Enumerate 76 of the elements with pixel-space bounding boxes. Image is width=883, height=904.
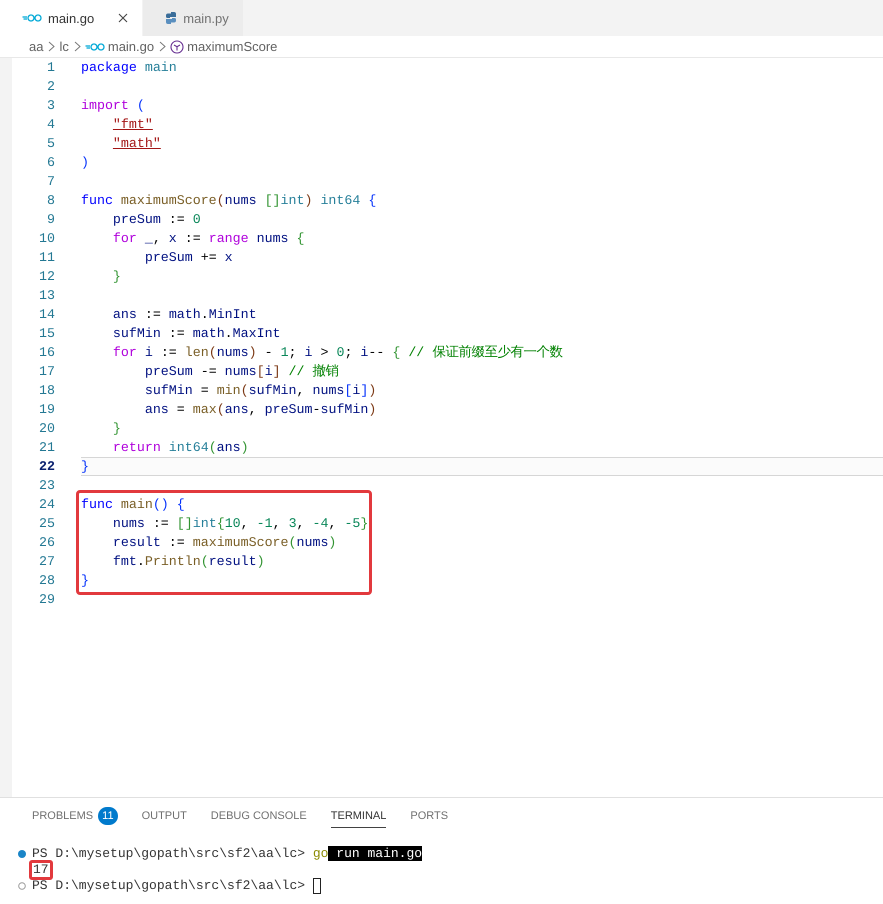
code-line: preSum := 0 (112, 211, 202, 229)
status-ring-icon (18, 882, 26, 890)
code-line: "math" (112, 135, 162, 153)
code-line: import ( (81, 97, 146, 115)
panel-tab[interactable]: DEBUG CONSOLE (210, 804, 307, 828)
code-line: } (81, 572, 90, 590)
line-number: 18 (38, 382, 56, 400)
line-number: 26 (38, 534, 56, 552)
panel-tab[interactable]: OUTPUT (142, 804, 187, 828)
code-line: for i := len(nums) - 1; i > 0; i-- { // 保证前缀至少有一个数 (112, 344, 564, 362)
code-line: sufMin = min(sufMin, nums[i]) (144, 382, 378, 400)
code-line: "fmt" (112, 116, 154, 134)
chevron-icon (47, 41, 56, 52)
line-number: 22 (38, 458, 56, 476)
line-number: 23 (38, 477, 56, 495)
code-line: ans = max(ans, preSum-sufMin) (144, 401, 378, 419)
code-line: nums := []int{10, -1, 3, -4, -5} (112, 515, 368, 533)
file-tab[interactable]: main.go (0, 0, 144, 36)
code-line: } (112, 268, 122, 286)
count-badge: 11 (98, 806, 118, 824)
code-line: func main() { (81, 496, 186, 514)
panel-tab[interactable]: PORTS (410, 804, 448, 828)
line-number: 4 (46, 116, 56, 134)
line-number: 21 (38, 439, 56, 457)
line-number: 9 (46, 211, 56, 229)
code-line: preSum -= nums[i] // 撤销 (144, 363, 340, 381)
line-number: 19 (38, 401, 56, 419)
line-number: 16 (38, 344, 56, 362)
terminal-line: PS D:\mysetup\gopath\src\sf2\aa\lc> (32, 878, 306, 894)
line-number: 25 (38, 515, 56, 533)
line-number: 17 (38, 363, 56, 381)
line-number: 11 (38, 249, 56, 267)
breadcrumb-item[interactable]: aa (29, 39, 44, 54)
code-line: result := maximumScore(nums) (112, 534, 338, 552)
panel-tab[interactable]: PROBLEMS 11 (32, 804, 118, 828)
line-number: 24 (38, 496, 56, 514)
code-line: for _, x := range nums { (112, 230, 306, 248)
line-number: 10 (38, 230, 56, 248)
line-number: 12 (38, 268, 56, 286)
line-number: 28 (38, 572, 56, 590)
python-file-icon (165, 11, 178, 25)
line-number: 1 (46, 59, 56, 77)
breadcrumb-item[interactable]: main.go (108, 39, 154, 54)
status-dot (18, 850, 26, 858)
breadcrumb-item[interactable]: lc (59, 39, 69, 54)
code-line: sufMin := math.MaxInt (112, 325, 282, 343)
code-line: return int64(ans) (112, 439, 250, 457)
panel-tab[interactable]: TERMINAL (330, 804, 386, 828)
code-line: } (112, 420, 122, 438)
line-number: 15 (38, 325, 56, 343)
line-number: 2 (46, 78, 56, 96)
line-number: 27 (38, 553, 56, 571)
line-number: 14 (38, 306, 56, 324)
line-number: 6 (46, 154, 56, 172)
line-number: 20 (38, 420, 56, 438)
code-line: package main (81, 59, 178, 77)
chevron-icon (72, 41, 81, 52)
code-line: fmt.Println(result) (112, 553, 266, 571)
go-file-icon (22, 13, 42, 23)
code-line: ans := math.MinInt (112, 306, 258, 324)
line-number: 8 (46, 192, 56, 210)
terminal-line: PS D:\mysetup\gopath\src\sf2\aa\lc> go run main.go (32, 846, 422, 862)
line-number: 7 (46, 173, 56, 191)
code-line: ) (81, 154, 90, 172)
go-file-icon (84, 42, 105, 52)
file-tab[interactable]: main.py (143, 0, 244, 36)
line-number: 13 (38, 287, 56, 305)
breadcrumb-item[interactable]: maximumScore (187, 39, 278, 54)
line-number: 3 (46, 97, 56, 115)
line-number: 5 (46, 135, 56, 153)
close-icon[interactable] (118, 13, 128, 23)
code-line: preSum += x (144, 249, 234, 267)
cube-icon (170, 40, 184, 54)
chevron-icon (158, 41, 166, 52)
line-number: 29 (38, 591, 56, 609)
code-line: func maximumScore(nums []int) int64 { (81, 192, 378, 210)
